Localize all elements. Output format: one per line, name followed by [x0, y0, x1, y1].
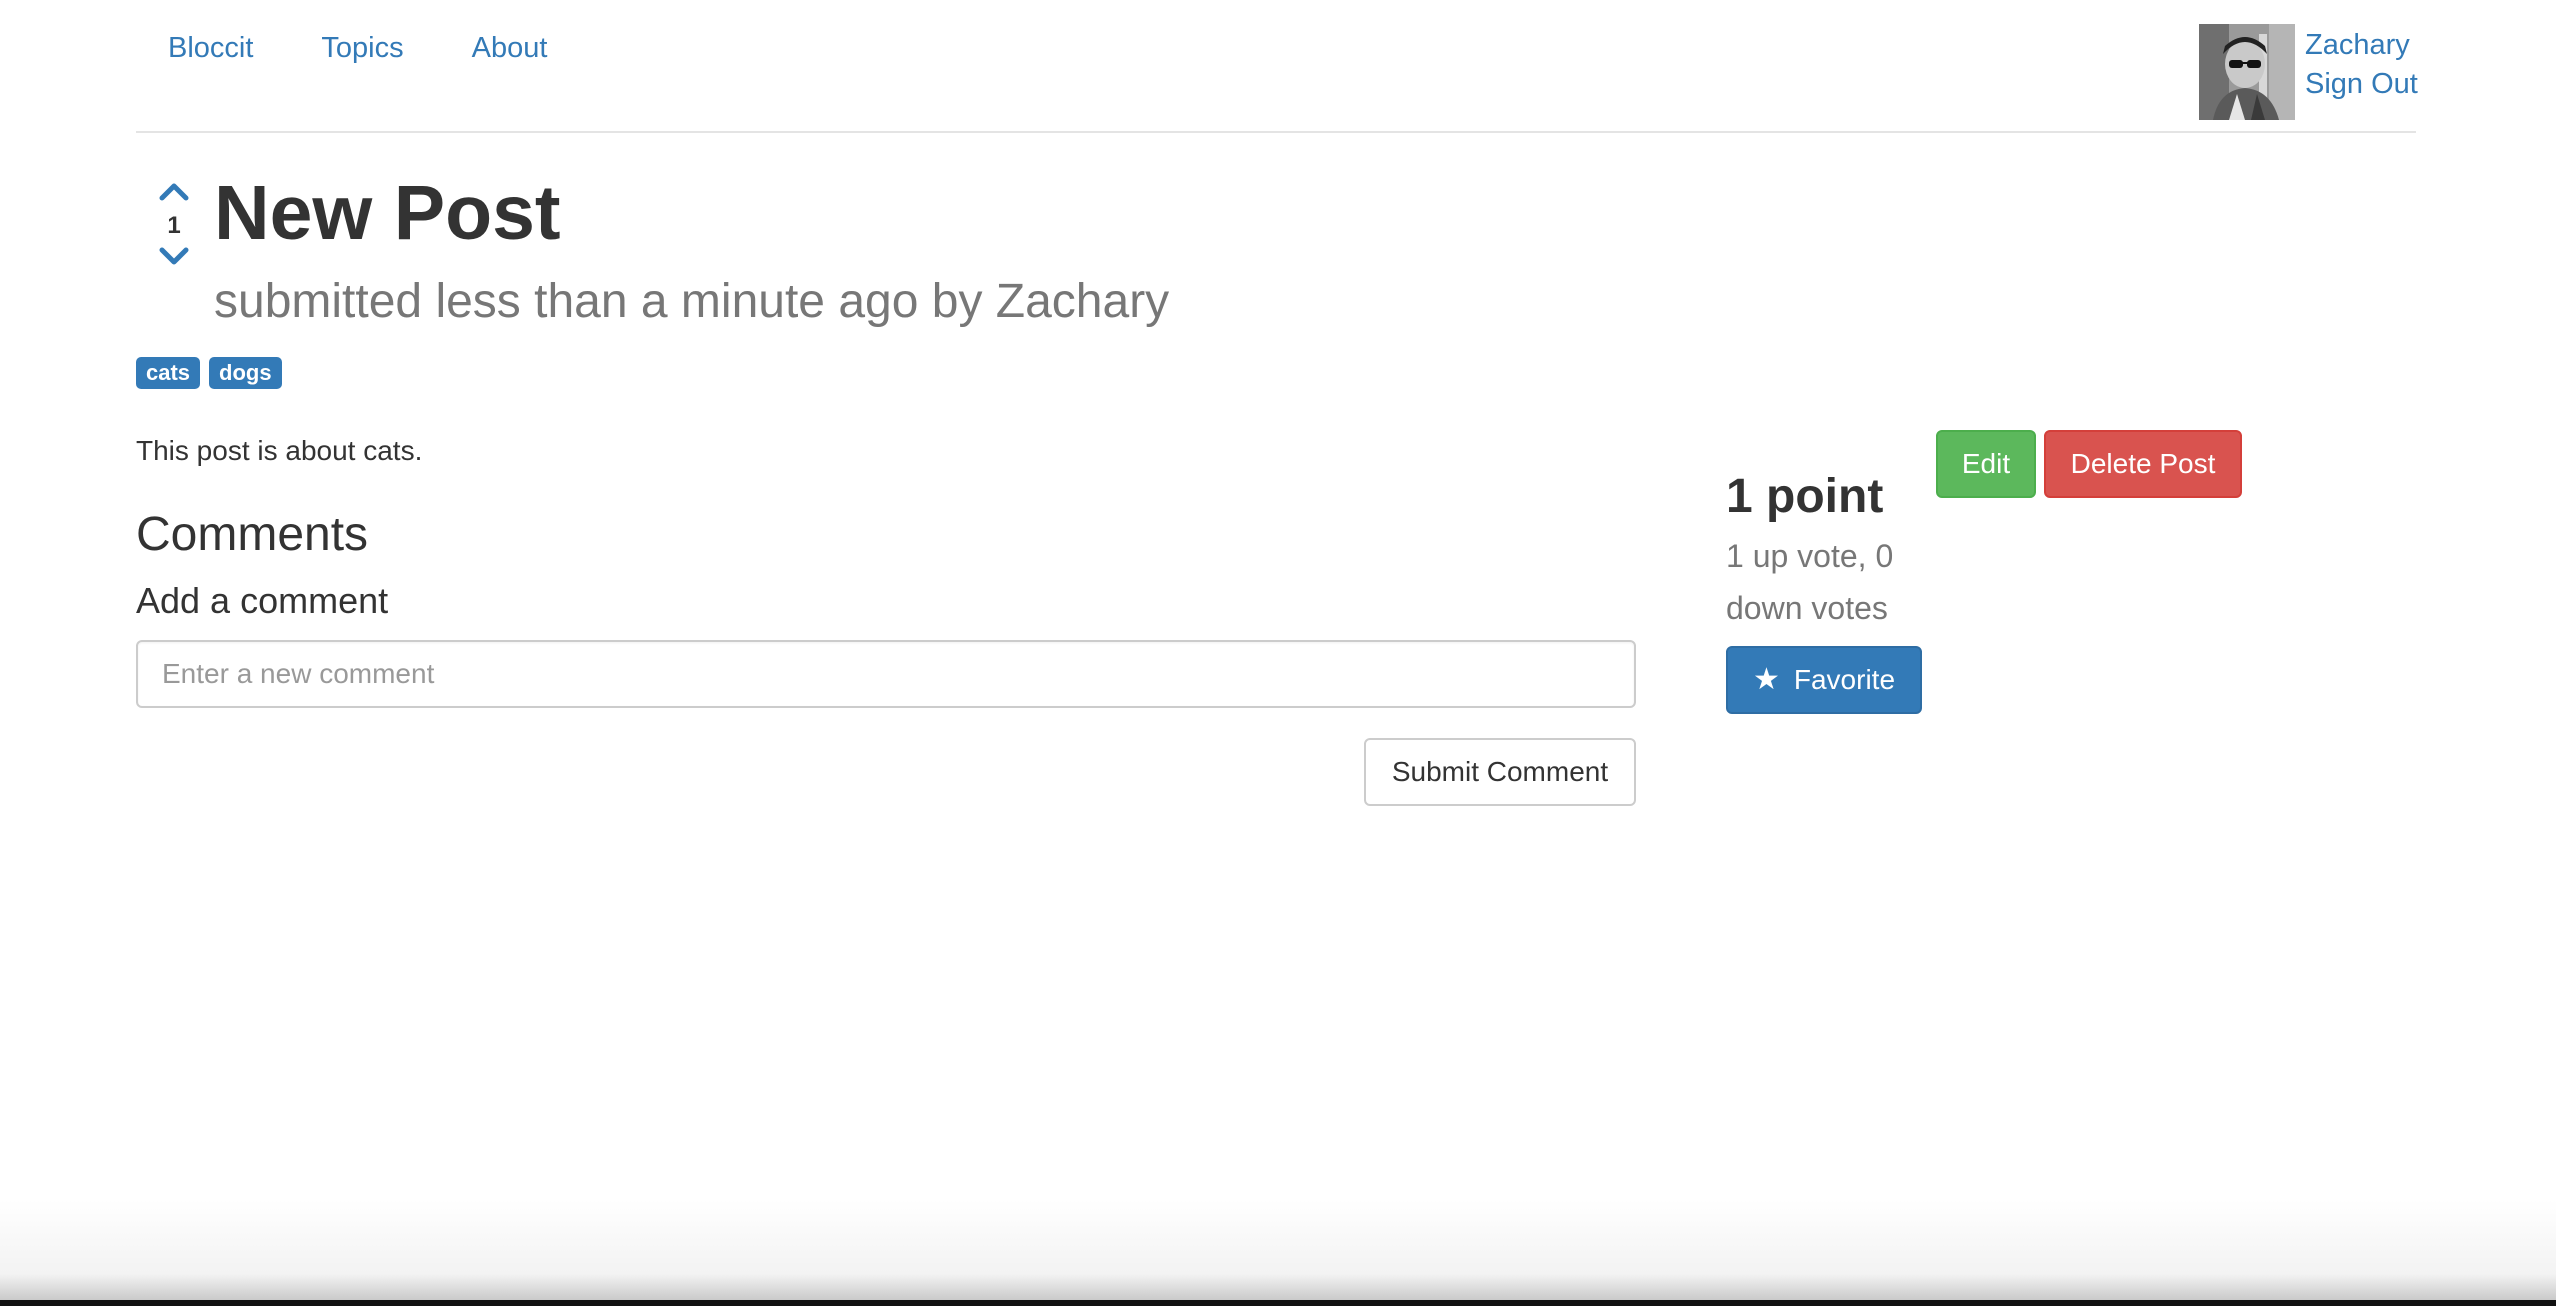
delete-post-button[interactable]: Delete Post	[2044, 430, 2242, 498]
comments-heading: Comments	[136, 508, 369, 561]
points-total: 1 point	[1726, 470, 1884, 523]
nav-link-bloccit[interactable]: Bloccit	[168, 32, 253, 65]
comment-input[interactable]	[136, 640, 1636, 708]
window-bottom-shadow	[0, 1200, 2556, 1306]
window-bottom-edge	[0, 1300, 2556, 1306]
sign-out-link[interactable]: Sign Out	[2305, 65, 2418, 104]
vote-control: 1	[156, 178, 192, 270]
post-title: New Post	[214, 170, 561, 256]
chevron-down-icon[interactable]	[156, 244, 192, 270]
user-block: Zachary Sign Out	[2199, 24, 2418, 120]
favorite-label: Favorite	[1793, 664, 1896, 695]
add-comment-heading: Add a comment	[136, 580, 389, 621]
nav-link-about[interactable]: About	[472, 32, 548, 65]
nav-divider	[136, 131, 2416, 133]
nav-link-topics[interactable]: Topics	[321, 32, 403, 65]
post-body: This post is about cats.	[136, 435, 423, 466]
post-subtitle: submitted less than a minute ago by Zach…	[214, 275, 1170, 328]
edit-button[interactable]: Edit	[1936, 430, 2036, 498]
user-name-link[interactable]: Zachary	[2305, 26, 2418, 65]
top-nav: Bloccit Topics About	[168, 32, 547, 65]
page: Bloccit Topics About Zachary Sign Out 1 …	[0, 0, 2556, 1306]
tag-badge[interactable]: dogs	[209, 357, 282, 389]
tag-list: cats dogs	[136, 357, 282, 389]
chevron-up-icon[interactable]	[156, 178, 192, 204]
favorite-button[interactable]: ★ Favorite	[1726, 646, 1922, 714]
user-links: Zachary Sign Out	[2305, 26, 2418, 104]
avatar[interactable]	[2199, 24, 2295, 120]
votes-detail: 1 up vote, 0 down votes	[1726, 538, 1894, 626]
tag-badge[interactable]: cats	[136, 357, 201, 389]
submit-comment-button[interactable]: Submit Comment	[1364, 738, 1636, 806]
star-icon: ★	[1752, 663, 1780, 696]
vote-count: 1	[167, 212, 181, 239]
